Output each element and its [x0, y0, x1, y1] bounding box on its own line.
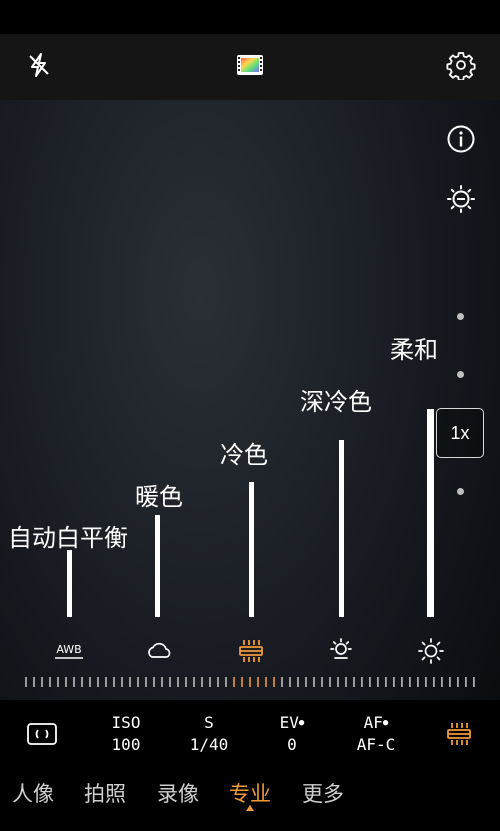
white-balance-fluorescent-icon[interactable]: [444, 719, 474, 749]
bottom-panel: [0, 700, 500, 831]
wb-level-bar-cool[interactable]: [249, 482, 254, 617]
shutter-value: 1/40: [189, 735, 229, 754]
af-value: AF-C: [356, 735, 396, 754]
iso-control[interactable]: ISO 100: [86, 712, 166, 756]
af-control[interactable]: AF● AF-C: [336, 712, 416, 756]
wb-label-cool[interactable]: 冷色: [220, 435, 268, 470]
incandescent-icon[interactable]: [326, 636, 356, 666]
wb-level-bar-soft[interactable]: [427, 409, 434, 617]
ev-label: EV: [279, 713, 299, 732]
ev-value: 0: [287, 735, 297, 754]
color-filter-icon[interactable]: [235, 50, 265, 80]
wb-label-auto[interactable]: 自动白平衡: [8, 518, 128, 553]
flash-off-icon[interactable]: [24, 50, 54, 80]
adjustment-slider[interactable]: [24, 674, 476, 688]
fluorescent-icon[interactable]: [236, 636, 266, 666]
wb-label-deep-cool[interactable]: 深冷色: [300, 382, 372, 417]
af-label: AF: [363, 713, 383, 732]
iso-value: 100: [111, 735, 141, 754]
mode-tab-video[interactable]: 录像: [157, 778, 199, 808]
brightness-minus-icon[interactable]: [446, 184, 476, 214]
wb-label-soft[interactable]: 柔和: [390, 330, 438, 365]
awb-icon[interactable]: AWB: [52, 636, 86, 666]
mode-tab-pro[interactable]: 专业: [229, 778, 271, 808]
zoom-dot[interactable]: [457, 488, 464, 495]
zoom-dot[interactable]: [457, 313, 464, 320]
metering-icon[interactable]: [26, 720, 58, 748]
ev-control[interactable]: EV● 0: [252, 712, 332, 756]
active-mode-indicator: [246, 805, 254, 811]
mode-tab-more[interactable]: 更多: [302, 778, 344, 808]
wb-level-bar-warm[interactable]: [155, 515, 160, 617]
cloudy-icon[interactable]: [144, 636, 176, 666]
mode-tab-portrait[interactable]: 人像: [12, 778, 54, 808]
wb-level-bar-auto[interactable]: [67, 550, 72, 617]
mode-tab-photo[interactable]: 拍照: [84, 778, 126, 808]
ev-auto-dot: ●: [298, 718, 305, 728]
status-bar: [0, 0, 500, 34]
wb-label-warm[interactable]: 暖色: [135, 477, 183, 512]
info-icon[interactable]: [446, 124, 476, 154]
shutter-label: S: [204, 713, 214, 732]
af-auto-dot: ●: [382, 718, 389, 728]
daylight-icon[interactable]: [416, 636, 446, 666]
zoom-button[interactable]: 1x: [436, 408, 484, 458]
shutter-control[interactable]: S 1/40: [169, 712, 249, 756]
gear-icon[interactable]: [446, 50, 476, 82]
iso-label: ISO: [111, 713, 141, 732]
wb-level-bar-deep-cool[interactable]: [339, 440, 344, 617]
zoom-dot[interactable]: [457, 371, 464, 378]
awb-icon-text: AWB: [56, 643, 81, 656]
